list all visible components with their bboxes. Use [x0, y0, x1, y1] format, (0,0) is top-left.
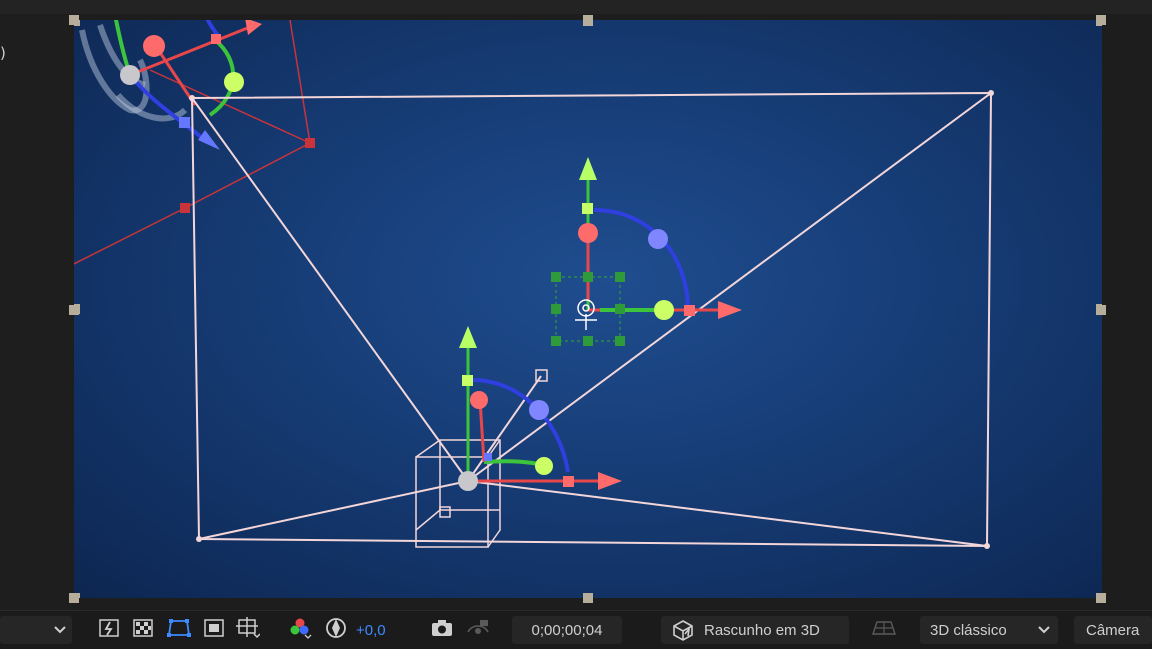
- draft-3d-icon: [673, 620, 693, 641]
- chevron-down-icon: [54, 626, 66, 634]
- region-of-interest-icon[interactable]: [202, 616, 226, 640]
- view-layout-label: 3D clássico: [930, 621, 1007, 639]
- active-camera-dropdown[interactable]: Câmera: [1074, 616, 1152, 644]
- timecode-text: 0;00;00;04: [531, 621, 603, 639]
- current-time-display[interactable]: 0;00;00;04: [512, 616, 622, 644]
- draft-3d-toggle[interactable]: Rascunho em 3D: [661, 616, 849, 644]
- view-layout-dropdown[interactable]: 3D clássico: [920, 616, 1058, 644]
- left-panel-text: ): [0, 44, 6, 62]
- transparency-grid-icon[interactable]: [131, 616, 155, 640]
- exposure-reset-icon[interactable]: [324, 616, 348, 640]
- draft-3d-label: Rascunho em 3D: [704, 621, 820, 639]
- top-panel-strip: [0, 0, 1152, 14]
- guides-icon[interactable]: [236, 616, 260, 640]
- active-camera-label: Câmera: [1086, 621, 1140, 639]
- exposure-value[interactable]: +0,0: [356, 616, 386, 644]
- rgb-channels-icon[interactable]: [288, 616, 312, 640]
- chevron-down-icon: [1038, 626, 1050, 634]
- composition-viewport[interactable]: [74, 20, 1102, 598]
- fast-preview-icon[interactable]: [97, 616, 121, 640]
- scene-overlay: [74, 20, 1102, 598]
- ground-plane-icon[interactable]: [872, 616, 896, 640]
- anchor-point-icon[interactable]: [575, 299, 597, 330]
- show-snapshot-icon[interactable]: [466, 616, 490, 640]
- composition-toolbar: +0,0 0;00;00;04 Rascunho em 3D 3D clássi…: [0, 610, 1152, 649]
- magnification-dropdown[interactable]: [0, 616, 72, 644]
- wireframe-vertex[interactable]: [180, 203, 190, 213]
- mask-visibility-icon[interactable]: [167, 616, 191, 640]
- snapshot-icon[interactable]: [430, 616, 454, 640]
- left-panel: ): [0, 14, 74, 610]
- wireframe-vertex[interactable]: [305, 138, 315, 148]
- camera-transform-gizmo[interactable]: [458, 326, 622, 491]
- layer-gizmo-topleft[interactable]: [113, 20, 262, 150]
